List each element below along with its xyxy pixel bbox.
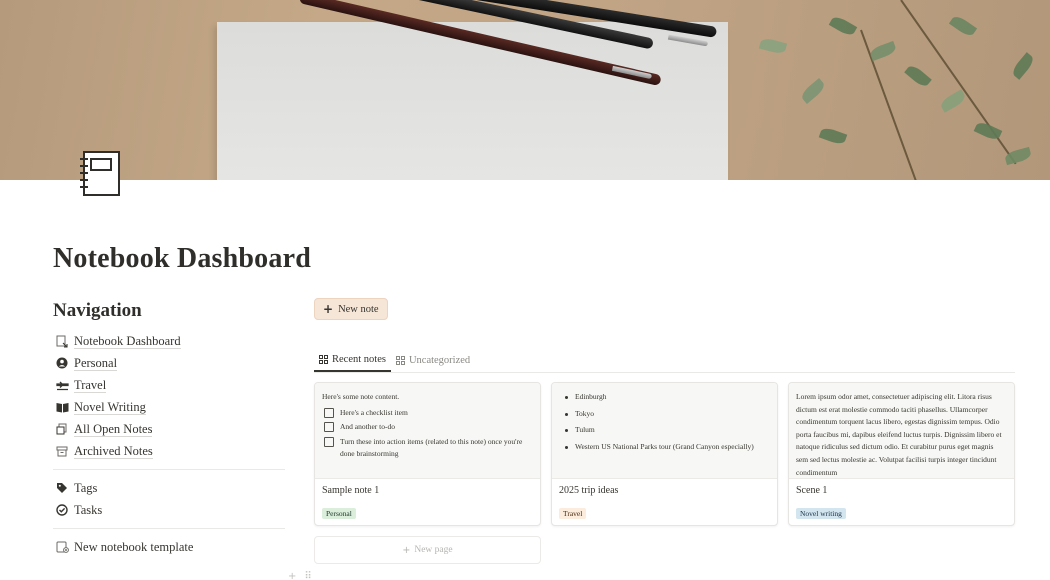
nav-link-label: Personal [74, 355, 118, 371]
tab-label: Uncategorized [408, 354, 471, 366]
nav-link-tasks[interactable]: Tasks [53, 499, 288, 521]
nav-divider [53, 469, 285, 470]
nav-divider [53, 528, 285, 529]
navigation-heading: Navigation [53, 300, 142, 321]
nav-link-notebook-dashboard[interactable]: Notebook Dashboard [53, 330, 288, 352]
checkbox[interactable] [324, 422, 334, 432]
note-card-preview: Lorem ipsum odor amet, consectetuer adip… [789, 383, 1014, 479]
checkbox[interactable] [324, 407, 334, 418]
bullet-item: Tulum [563, 424, 770, 437]
new-page-button[interactable]: + New page [314, 536, 541, 564]
navigation-section: Navigation Notebook Dashboard Personal T… [53, 300, 288, 558]
drag-handle-icon[interactable]: ⠿ [304, 571, 311, 580]
check-circle-icon [55, 503, 69, 517]
notes-stack-icon [55, 422, 69, 436]
tag-icon [55, 481, 69, 495]
tab-label: Recent notes [332, 353, 386, 365]
cover-leaf [938, 89, 968, 113]
archive-box-icon [55, 444, 69, 458]
note-card-title: Sample note 1 [322, 485, 380, 496]
note-card-meta: Scene 1 Novel writing [789, 479, 1014, 525]
notebook-icon[interactable] [76, 148, 124, 198]
bullet-item: Edinburgh [563, 391, 770, 404]
gallery-view-icon [395, 355, 405, 365]
cover-leaf [868, 40, 898, 62]
new-page-label: New page [414, 545, 453, 555]
tab-uncategorized[interactable]: Uncategorized [391, 348, 475, 372]
todo-item: And another to-do [324, 421, 533, 434]
cover-leaf [799, 78, 827, 104]
cover-leaf [758, 36, 788, 56]
plus-icon: + [323, 302, 334, 316]
bullet-item: Tokyo [563, 408, 770, 421]
cover-leaf [1003, 146, 1033, 166]
todo-item: Turn these into action items (related to… [324, 436, 533, 461]
add-block-icon[interactable]: + [288, 571, 296, 580]
note-card-meta: 2025 trip ideas Travel [552, 479, 777, 525]
note-card[interactable]: Lorem ipsum odor amet, consectetuer adip… [788, 382, 1015, 526]
note-card-title: 2025 trip ideas [559, 485, 619, 496]
nav-link-label: New notebook template [74, 540, 194, 554]
note-card-preview: Edinburgh Tokyo Tulum Western US Nationa… [552, 383, 777, 479]
nav-link-tags[interactable]: Tags [53, 477, 288, 499]
nav-link-travel[interactable]: Travel [53, 374, 288, 396]
page-title[interactable]: Notebook Dashboard [53, 243, 311, 275]
airplane-icon [55, 378, 69, 392]
person-circle-icon [55, 356, 69, 370]
nav-link-label: Tags [74, 481, 98, 495]
cover-leaf [818, 125, 848, 147]
nav-link-new-notebook-template[interactable]: New notebook template [53, 536, 288, 558]
notes-gallery: Here's some note content. Here's a check… [314, 382, 1015, 526]
note-card-title: Scene 1 [796, 485, 828, 496]
block-handle: + ⠿ [288, 571, 312, 580]
todo-text: And another to-do [340, 422, 395, 431]
gallery-view-icon [319, 354, 328, 364]
todo-text: Here's a checklist item [340, 407, 408, 417]
note-card[interactable]: Here's some note content. Here's a check… [314, 382, 541, 526]
note-tag: Travel [559, 508, 587, 519]
nav-link-archived-notes[interactable]: Archived Notes [53, 440, 288, 462]
note-card[interactable]: Edinburgh Tokyo Tulum Western US Nationa… [551, 382, 778, 526]
cover-leaf [828, 14, 858, 38]
cover-image [0, 0, 1050, 180]
note-tag: Personal [322, 508, 356, 519]
plus-icon: + [402, 544, 411, 556]
nav-link-label: All Open Notes [74, 421, 153, 437]
note-preview-text: Here's some note content. [322, 392, 400, 401]
todo-text: Turn these into action items (related to… [340, 436, 523, 459]
view-tabs: Recent notes Uncategorized [314, 348, 1015, 373]
template-icon [55, 540, 69, 554]
note-card-meta: Sample note 1 Personal [315, 479, 540, 525]
page-link-icon [55, 334, 69, 348]
nav-link-all-open-notes[interactable]: All Open Notes [53, 418, 288, 440]
open-book-icon [55, 400, 69, 414]
nav-link-label: Notebook Dashboard [74, 333, 181, 349]
nav-link-label: Travel [74, 377, 107, 393]
checkbox[interactable] [324, 436, 334, 447]
nav-link-label: Tasks [74, 503, 103, 517]
nav-link-label: Novel Writing [74, 399, 146, 415]
cover-leaf [948, 13, 978, 39]
tab-recent-notes[interactable]: Recent notes [314, 348, 391, 372]
bullet-item: Western US National Parks tour (Grand Ca… [563, 441, 770, 454]
cover-leaf [904, 63, 932, 89]
nav-link-label: Archived Notes [74, 443, 153, 459]
note-card-preview: Here's some note content. Here's a check… [315, 383, 540, 479]
note-tag: Novel writing [796, 508, 846, 519]
bullet-list: Edinburgh Tokyo Tulum Western US Nationa… [559, 391, 770, 453]
new-note-button[interactable]: + New note [314, 298, 388, 320]
nav-link-novel-writing[interactable]: Novel Writing [53, 396, 288, 418]
new-note-label: New note [338, 303, 379, 315]
cover-leaf [1010, 52, 1036, 80]
note-preview-text: Lorem ipsum odor amet, consectetuer adip… [796, 392, 1002, 477]
nav-link-personal[interactable]: Personal [53, 352, 288, 374]
todo-item: Here's a checklist item [324, 407, 533, 420]
